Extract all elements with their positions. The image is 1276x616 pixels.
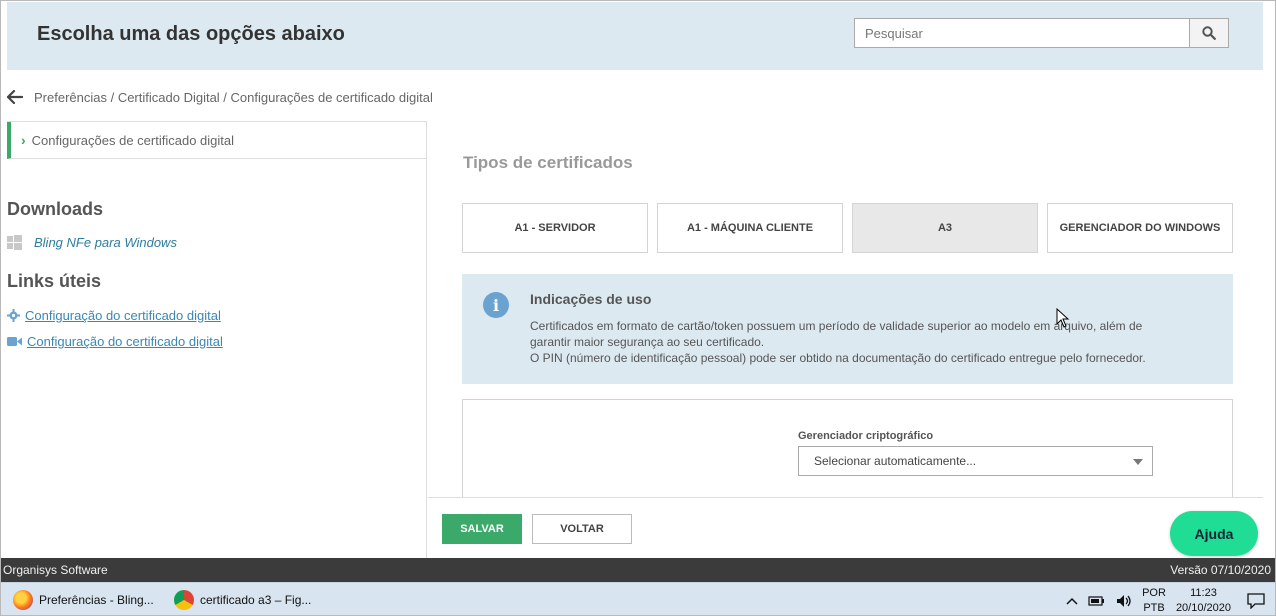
help-button[interactable]: Ajuda xyxy=(1170,511,1258,556)
chrome-icon xyxy=(174,590,194,610)
sidebar: › Configurações de certificado digital D… xyxy=(7,121,427,558)
taskbar-item-label: Preferências - Bling... xyxy=(39,593,154,607)
select-value: Selecionar automaticamente... xyxy=(814,454,977,468)
crypto-settings-card: Gerenciador criptográfico Selecionar aut… xyxy=(462,399,1233,497)
tab-a1-client[interactable]: A1 - MÁQUINA CLIENTE xyxy=(657,203,843,253)
crypto-manager-label: Gerenciador criptográfico xyxy=(798,430,934,442)
windows-icon xyxy=(7,235,22,250)
header: Escolha uma das opções abaixo xyxy=(7,2,1263,70)
tab-windows-manager[interactable]: GERENCIADOR DO WINDOWS xyxy=(1047,203,1233,253)
app-window: Escolha uma das opções abaixo Preferênci… xyxy=(0,0,1276,616)
breadcrumb-text[interactable]: Preferências / Certificado Digital / Con… xyxy=(34,90,433,105)
search-icon xyxy=(1202,26,1216,40)
info-text-line: Certificados em formato de cartão/token … xyxy=(530,319,1143,333)
clock-date: 20/10/2020 xyxy=(1175,602,1231,614)
language-indicator[interactable]: POR PTB xyxy=(1142,586,1166,615)
gear-icon xyxy=(7,309,20,322)
section-title: Tipos de certificados xyxy=(463,153,633,172)
chevron-right-icon: › xyxy=(21,132,26,148)
info-text-line: O PIN (número de identificação pessoal) … xyxy=(530,351,1146,365)
info-text-line: garantir maior segurança ao seu certific… xyxy=(530,335,765,349)
links-heading: Links úteis xyxy=(7,271,102,291)
form-actions: SALVAR VOLTAR xyxy=(428,497,1263,558)
link-label: Configuração do certificado digital xyxy=(25,308,221,323)
search-box xyxy=(854,18,1229,48)
video-icon xyxy=(7,337,22,346)
download-bling-nfe-link[interactable]: Bling NFe para Windows xyxy=(7,235,177,250)
main-content: Tipos de certificados A1 - SERVIDOR A1 -… xyxy=(428,122,1263,497)
volume-icon[interactable] xyxy=(1116,594,1132,608)
taskbar: Preferências - Bling... certificado a3 –… xyxy=(1,582,1275,615)
link-label: Configuração do certificado digital xyxy=(27,334,223,349)
download-label: Bling NFe para Windows xyxy=(34,235,177,250)
page-title: Escolha uma das opções abaixo xyxy=(37,23,345,45)
firefox-icon xyxy=(13,590,33,610)
taskbar-item-firefox[interactable]: Preferências - Bling... xyxy=(13,587,154,613)
info-heading: Indicações de uso xyxy=(530,291,652,307)
crypto-manager-select[interactable]: Selecionar automaticamente... xyxy=(798,446,1153,476)
clock[interactable]: 11:23 20/10/2020 xyxy=(1175,586,1231,615)
breadcrumb: Preferências / Certificado Digital / Con… xyxy=(7,87,433,107)
sidebar-item-label: Configurações de certificado digital xyxy=(31,132,235,148)
back-arrow-icon[interactable] xyxy=(7,88,25,106)
battery-icon[interactable] xyxy=(1088,595,1106,607)
tab-a1-server[interactable]: A1 - SERVIDOR xyxy=(462,203,648,253)
downloads-heading: Downloads xyxy=(7,199,104,219)
keyboard-layout: PTB xyxy=(1143,602,1165,614)
clock-time: 11:23 xyxy=(1190,587,1217,599)
notification-icon[interactable] xyxy=(1247,593,1265,609)
info-icon: i xyxy=(483,292,509,318)
system-tray: POR PTB 11:23 20/10/2020 xyxy=(1066,585,1265,615)
language-code: POR xyxy=(1142,587,1166,599)
chevron-down-icon xyxy=(1133,459,1143,465)
save-button[interactable]: SALVAR xyxy=(442,514,522,544)
back-button[interactable]: VOLTAR xyxy=(532,514,632,544)
search-button[interactable] xyxy=(1189,19,1228,47)
version-text: Versão 07/10/2020 xyxy=(1170,563,1271,577)
chevron-up-icon[interactable] xyxy=(1066,597,1078,605)
mouse-cursor-icon xyxy=(1056,308,1070,328)
certificate-type-tabs: A1 - SERVIDOR A1 - MÁQUINA CLIENTE A3 GE… xyxy=(462,203,1233,253)
taskbar-item-chrome[interactable]: certificado a3 – Fig... xyxy=(174,587,311,613)
tab-a3[interactable]: A3 xyxy=(852,203,1038,253)
search-input[interactable] xyxy=(855,19,1189,47)
status-bar: Organisys Software Versão 07/10/2020 xyxy=(1,558,1275,582)
sidebar-item-certificate-settings[interactable]: › Configurações de certificado digital xyxy=(7,122,426,159)
taskbar-item-label: certificado a3 – Fig... xyxy=(200,593,312,607)
link-certificate-config-doc[interactable]: Configuração do certificado digital xyxy=(7,308,221,323)
company-name: Organisys Software xyxy=(3,563,108,577)
usage-info-box: i Indicações de uso Certificados em form… xyxy=(462,274,1233,384)
link-certificate-config-video[interactable]: Configuração do certificado digital xyxy=(7,334,223,349)
